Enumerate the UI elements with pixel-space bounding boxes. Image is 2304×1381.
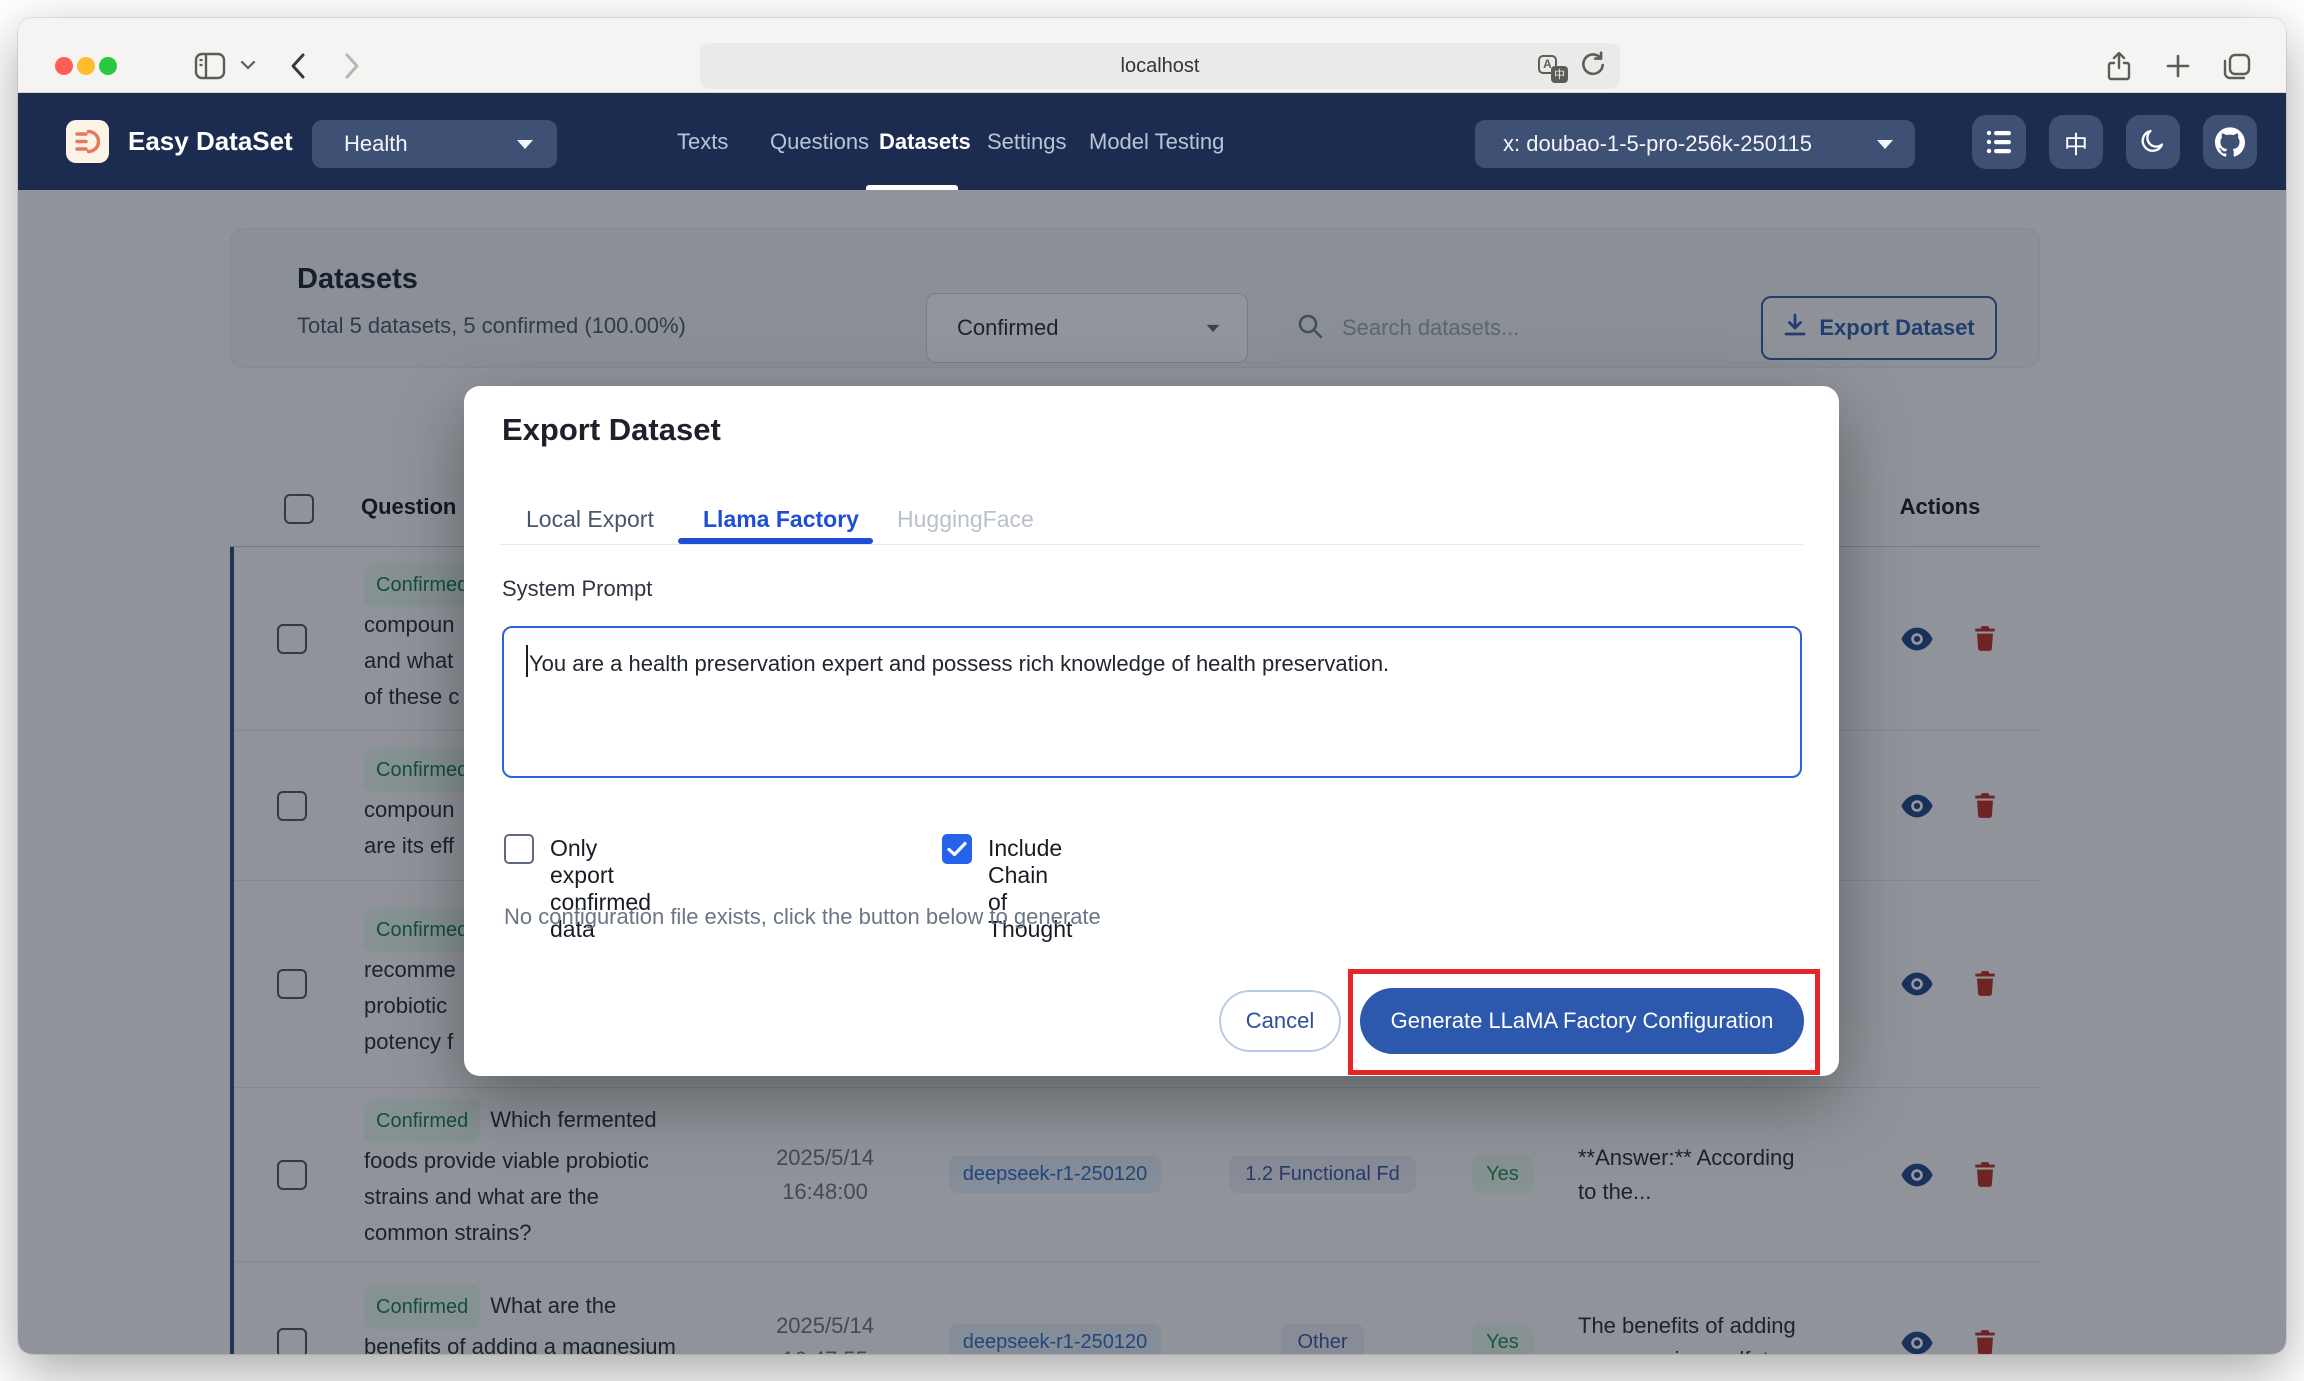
share-icon[interactable] bbox=[2106, 52, 2132, 82]
nav-item-texts[interactable]: Texts bbox=[677, 93, 728, 190]
back-button[interactable] bbox=[290, 52, 306, 80]
nav-item-questions[interactable]: Questions bbox=[770, 93, 869, 190]
chevron-down-icon bbox=[517, 140, 533, 149]
model-select-value: x: doubao-1-5-pro-256k-250115 bbox=[1503, 131, 1812, 157]
brand-title: Easy DataSet bbox=[128, 93, 293, 190]
model-select[interactable]: x: doubao-1-5-pro-256k-250115 bbox=[1475, 120, 1915, 168]
address-bar[interactable]: localhost A 中 bbox=[700, 43, 1620, 89]
url-text: localhost bbox=[700, 43, 1620, 89]
close-window-button[interactable] bbox=[55, 57, 73, 75]
tab-llama-factory[interactable]: Llama Factory bbox=[703, 506, 859, 533]
system-prompt-value: You are a health preservation expert and… bbox=[529, 648, 1780, 680]
sidebar-icon[interactable] bbox=[194, 52, 226, 80]
only-confirmed-checkbox[interactable] bbox=[504, 834, 534, 864]
chevron-down-icon bbox=[1877, 140, 1893, 149]
chevron-down-icon[interactable] bbox=[240, 60, 256, 70]
browser-window: localhost A 中 Easy DataSet bbox=[18, 18, 2286, 1354]
minimize-window-button[interactable] bbox=[77, 57, 95, 75]
nav-item-model-testing[interactable]: Model Testing bbox=[1089, 93, 1224, 190]
reload-icon[interactable] bbox=[1580, 51, 1606, 84]
github-icon[interactable] bbox=[2203, 115, 2257, 169]
forward-button[interactable] bbox=[344, 52, 360, 80]
project-select-value: Health bbox=[344, 131, 408, 157]
no-config-message: No configuration file exists, click the … bbox=[504, 904, 1101, 930]
translate-icon[interactable]: A 中 bbox=[1538, 53, 1568, 83]
include-cot-checkbox[interactable] bbox=[942, 834, 972, 864]
project-select[interactable]: Health bbox=[312, 120, 557, 168]
modal-title: Export Dataset bbox=[502, 412, 721, 448]
tabs-divider bbox=[500, 544, 1803, 545]
text-cursor bbox=[526, 645, 528, 677]
tab-huggingface[interactable]: HuggingFace bbox=[897, 506, 1034, 533]
cancel-button[interactable]: Cancel bbox=[1219, 990, 1341, 1052]
nav-item-datasets[interactable]: Datasets bbox=[879, 93, 971, 190]
app-logo[interactable] bbox=[66, 120, 109, 163]
system-prompt-textarea[interactable]: You are a health preservation expert and… bbox=[502, 626, 1802, 778]
zoom-window-button[interactable] bbox=[99, 57, 117, 75]
system-prompt-label: System Prompt bbox=[502, 576, 652, 602]
dark-mode-moon-icon[interactable] bbox=[2126, 115, 2180, 169]
tab-overview-icon[interactable] bbox=[2222, 52, 2252, 82]
tab-local-export[interactable]: Local Export bbox=[526, 506, 654, 533]
task-list-button[interactable] bbox=[1972, 115, 2026, 169]
annotation-highlight-rectangle bbox=[1348, 969, 1820, 1075]
page-content: Datasets Total 5 datasets, 5 confirmed (… bbox=[18, 190, 2286, 1354]
nav-item-settings[interactable]: Settings bbox=[987, 93, 1067, 190]
new-tab-icon[interactable] bbox=[2164, 52, 2192, 80]
language-zh-glyph: 中 bbox=[2064, 125, 2088, 160]
browser-toolbar: localhost A 中 bbox=[18, 18, 2286, 93]
translate-cn-glyph: 中 bbox=[1551, 66, 1568, 83]
language-toggle-button[interactable]: 中 bbox=[2049, 115, 2103, 169]
app-navbar: Easy DataSet Health Texts Questions Data… bbox=[18, 93, 2286, 190]
